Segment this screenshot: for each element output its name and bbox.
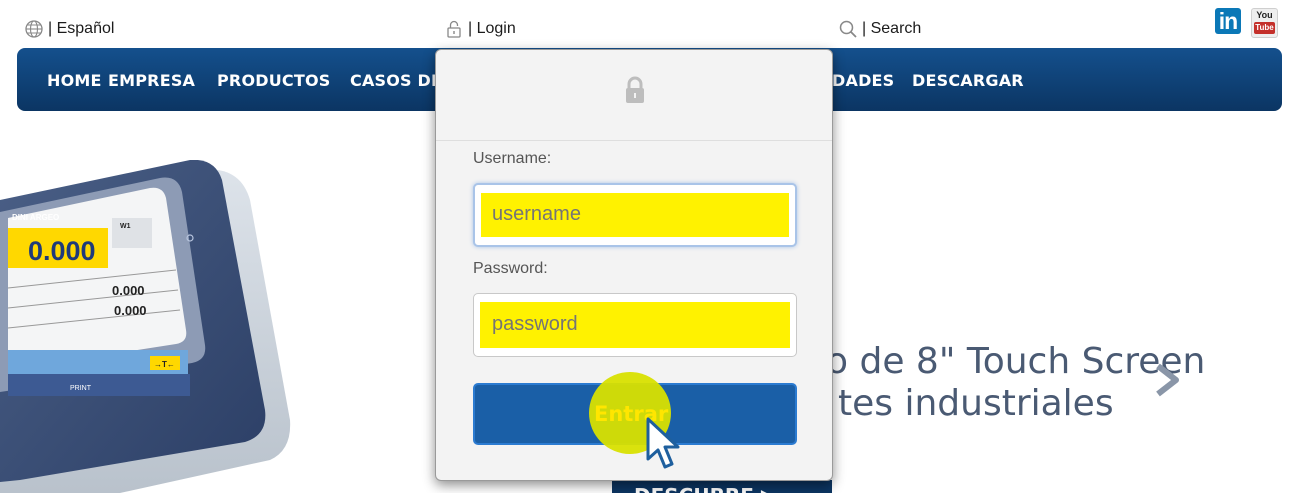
login-popup: Username: Password: Entrar	[435, 49, 833, 481]
chevron-right-icon[interactable]	[1150, 360, 1186, 400]
lock-icon	[626, 76, 644, 103]
discover-button[interactable]: DESCUBRE ▶	[612, 480, 832, 493]
hero-headline-line1: o de 8" Touch Screen	[826, 341, 1206, 382]
password-input[interactable]	[480, 302, 790, 346]
username-field-wrapper	[473, 183, 797, 247]
device-tare-label: →T←	[154, 360, 175, 369]
lock-icon	[447, 20, 461, 38]
nav-item-novedades[interactable]: DADES	[832, 71, 894, 90]
login-link[interactable]: | Login	[444, 19, 516, 39]
username-label: Username:	[473, 150, 552, 167]
password-label: Password:	[473, 260, 548, 277]
cursor-arrow-icon	[646, 417, 680, 469]
language-selector[interactable]: | Español	[24, 19, 114, 39]
device-brand: DINI ARGEO	[12, 213, 59, 222]
linkedin-icon[interactable]: in	[1215, 8, 1241, 34]
globe-icon	[25, 20, 43, 38]
hero-headline-line2: tes industriales	[838, 383, 1114, 424]
search-icon	[839, 20, 857, 38]
youtube-icon[interactable]: You Tube	[1251, 8, 1278, 38]
search-label: | Search	[862, 20, 922, 37]
nav-item-descargar[interactable]: DESCARGAR	[912, 71, 1024, 90]
password-field-wrapper	[473, 293, 797, 357]
device-row2: 0.000	[114, 303, 147, 318]
nav-item-casos[interactable]: CASOS DE	[350, 71, 442, 90]
language-label: | Español	[48, 20, 115, 37]
device-row1: 0.000	[112, 283, 145, 298]
login-label: | Login	[468, 20, 516, 37]
device-print-label: PRINT	[70, 385, 92, 392]
device-tag-w1: W1	[120, 223, 131, 230]
username-input[interactable]	[480, 192, 788, 236]
device-main-reading: 0.000	[28, 236, 96, 266]
nav-item-home[interactable]: HOME	[47, 71, 102, 90]
product-image: DINI ARGEO 0.000 W1 0.000 0.000 →T← PRIN…	[0, 160, 291, 493]
search-link[interactable]: | Search	[838, 19, 921, 39]
top-bar: | Español | Login | Search in You Tube	[0, 0, 1289, 48]
nav-item-productos[interactable]: PRODUCTOS	[217, 71, 331, 90]
nav-item-empresa[interactable]: EMPRESA	[108, 71, 195, 90]
popup-divider	[436, 140, 832, 141]
